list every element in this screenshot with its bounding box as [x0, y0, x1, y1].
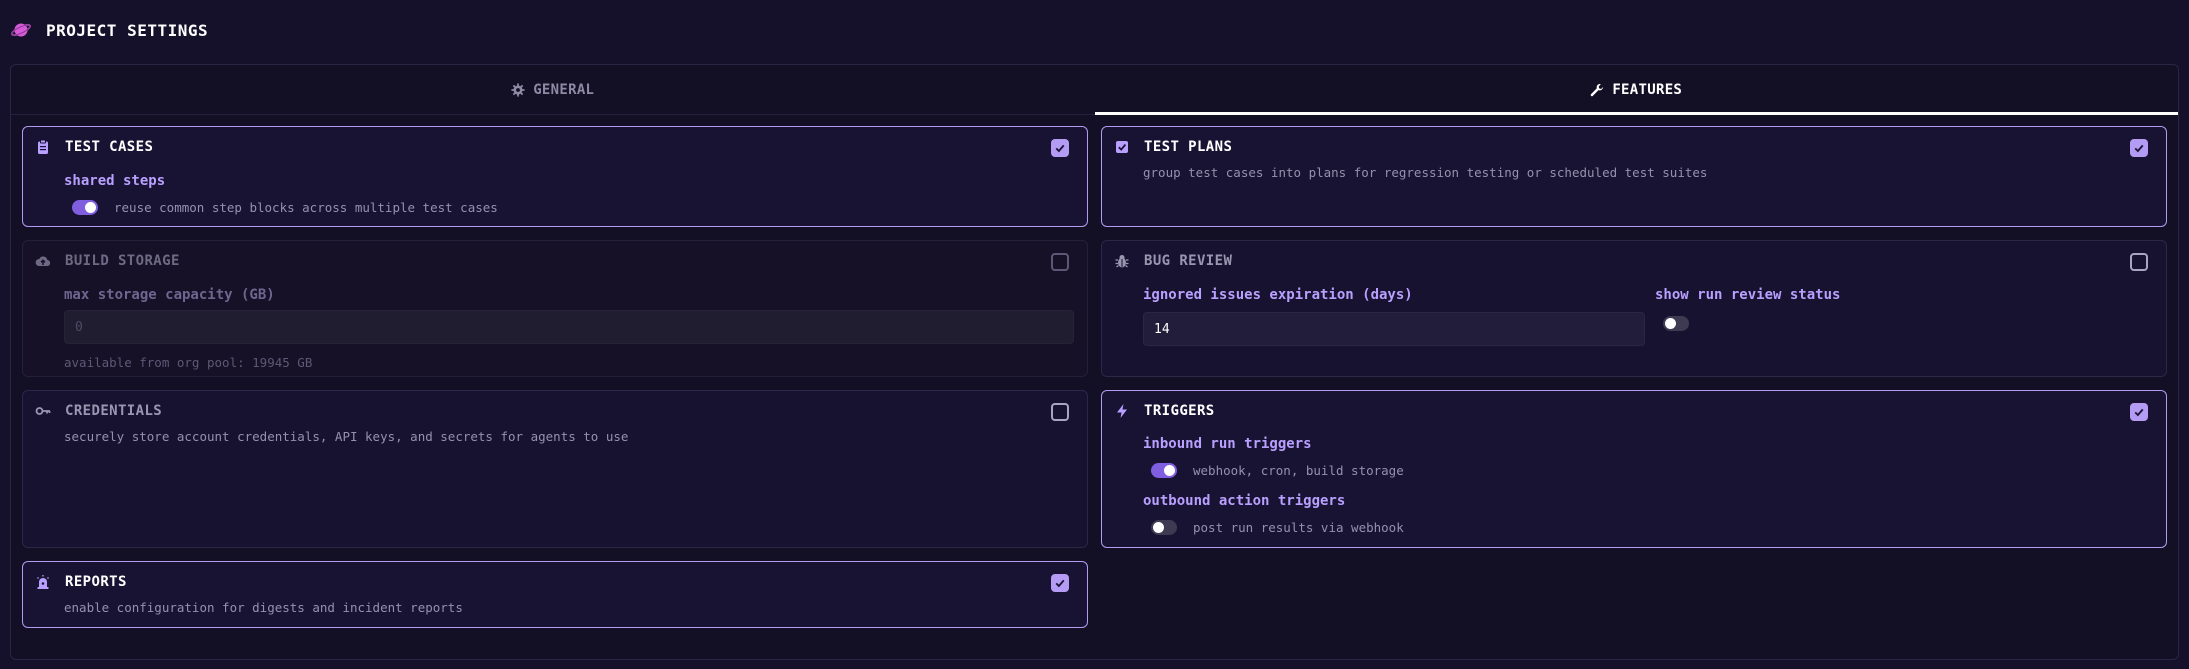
- toggle-shared-steps[interactable]: [72, 200, 98, 215]
- page-header: PROJECT SETTINGS: [10, 16, 208, 44]
- card-title: BUILD STORAGE: [65, 253, 180, 269]
- feature-card-credentials: CREDENTIALS securely store account crede…: [22, 390, 1088, 548]
- planet-icon: [11, 23, 31, 37]
- checkmark-icon: [2134, 408, 2144, 417]
- enable-checkbox-build-storage[interactable]: [1051, 253, 1069, 271]
- toggle-inbound-triggers[interactable]: [1151, 463, 1177, 478]
- tab-general-label: GENERAL: [533, 81, 595, 98]
- enable-checkbox-test-cases[interactable]: [1051, 139, 1069, 157]
- expiration-days-input[interactable]: [1143, 312, 1645, 346]
- clipboard-icon: [38, 139, 48, 154]
- feature-card-test-cases: TEST CASES shared steps reuse common ste…: [22, 126, 1088, 227]
- tab-features[interactable]: FEATURES: [1094, 65, 2179, 115]
- cloud-upload-icon: [35, 256, 51, 267]
- toggle-description: webhook, cron, build storage: [1193, 463, 1404, 478]
- feature-card-triggers: TRIGGERS inbound run triggers webhook, c…: [1101, 390, 2167, 548]
- enable-checkbox-bug-review[interactable]: [2130, 253, 2148, 271]
- checkbox-icon: [1116, 141, 1128, 153]
- checkmark-icon: [1055, 144, 1065, 153]
- toggle-label-run-review-status: show run review status: [1655, 287, 1841, 303]
- gear-icon: [511, 82, 525, 97]
- feature-card-reports: REPORTS enable configuration for digests…: [22, 561, 1088, 628]
- feature-card-build-storage: BUILD STORAGE max storage capacity (GB) …: [22, 240, 1088, 377]
- field-label-max-storage: max storage capacity (GB): [64, 287, 275, 303]
- option-label-inbound-triggers: inbound run triggers: [1143, 436, 1312, 452]
- bug-icon: [1115, 255, 1129, 268]
- card-description: enable configuration for digests and inc…: [64, 600, 463, 615]
- enable-checkbox-reports[interactable]: [1051, 574, 1069, 592]
- field-label-expiration: ignored issues expiration (days): [1143, 287, 1413, 303]
- card-title: CREDENTIALS: [65, 403, 163, 419]
- card-description: group test cases into plans for regressi…: [1143, 165, 1708, 180]
- toggle-description: post run results via webhook: [1193, 520, 1404, 535]
- max-storage-input[interactable]: [64, 310, 1074, 344]
- option-label-outbound-triggers: outbound action triggers: [1143, 493, 1346, 509]
- toggle-description: reuse common step blocks across multiple…: [114, 200, 498, 215]
- enable-checkbox-test-plans[interactable]: [2130, 139, 2148, 157]
- card-title: TRIGGERS: [1144, 403, 1215, 419]
- wrench-icon: [1591, 83, 1604, 96]
- enable-checkbox-credentials[interactable]: [1051, 403, 1069, 421]
- card-title: TEST CASES: [65, 139, 154, 155]
- toggle-run-review-status[interactable]: [1663, 316, 1689, 331]
- card-description: securely store account credentials, API …: [64, 429, 629, 444]
- tab-features-label: FEATURES: [1612, 81, 1683, 98]
- card-title: TEST PLANS: [1144, 139, 1233, 155]
- checkmark-icon: [1055, 579, 1065, 588]
- checkmark-icon: [2134, 144, 2144, 153]
- toggle-outbound-triggers[interactable]: [1151, 520, 1177, 535]
- alarm-icon: [37, 575, 49, 589]
- card-title: REPORTS: [65, 574, 127, 590]
- feature-card-bug-review: BUG REVIEW ignored issues expiration (da…: [1101, 240, 2167, 377]
- tab-bar: GENERAL FEATURES: [11, 65, 2178, 115]
- enable-checkbox-triggers[interactable]: [2130, 403, 2148, 421]
- feature-card-test-plans: TEST PLANS group test cases into plans f…: [1101, 126, 2167, 227]
- key-icon: [35, 407, 51, 415]
- storage-pool-hint: available from org pool: 19945 GB: [64, 355, 313, 370]
- lightning-icon: [1117, 404, 1127, 418]
- card-title: BUG REVIEW: [1144, 253, 1233, 269]
- option-label-shared-steps: shared steps: [64, 173, 166, 189]
- page-title: PROJECT SETTINGS: [46, 20, 209, 40]
- tab-general[interactable]: GENERAL: [11, 65, 1095, 114]
